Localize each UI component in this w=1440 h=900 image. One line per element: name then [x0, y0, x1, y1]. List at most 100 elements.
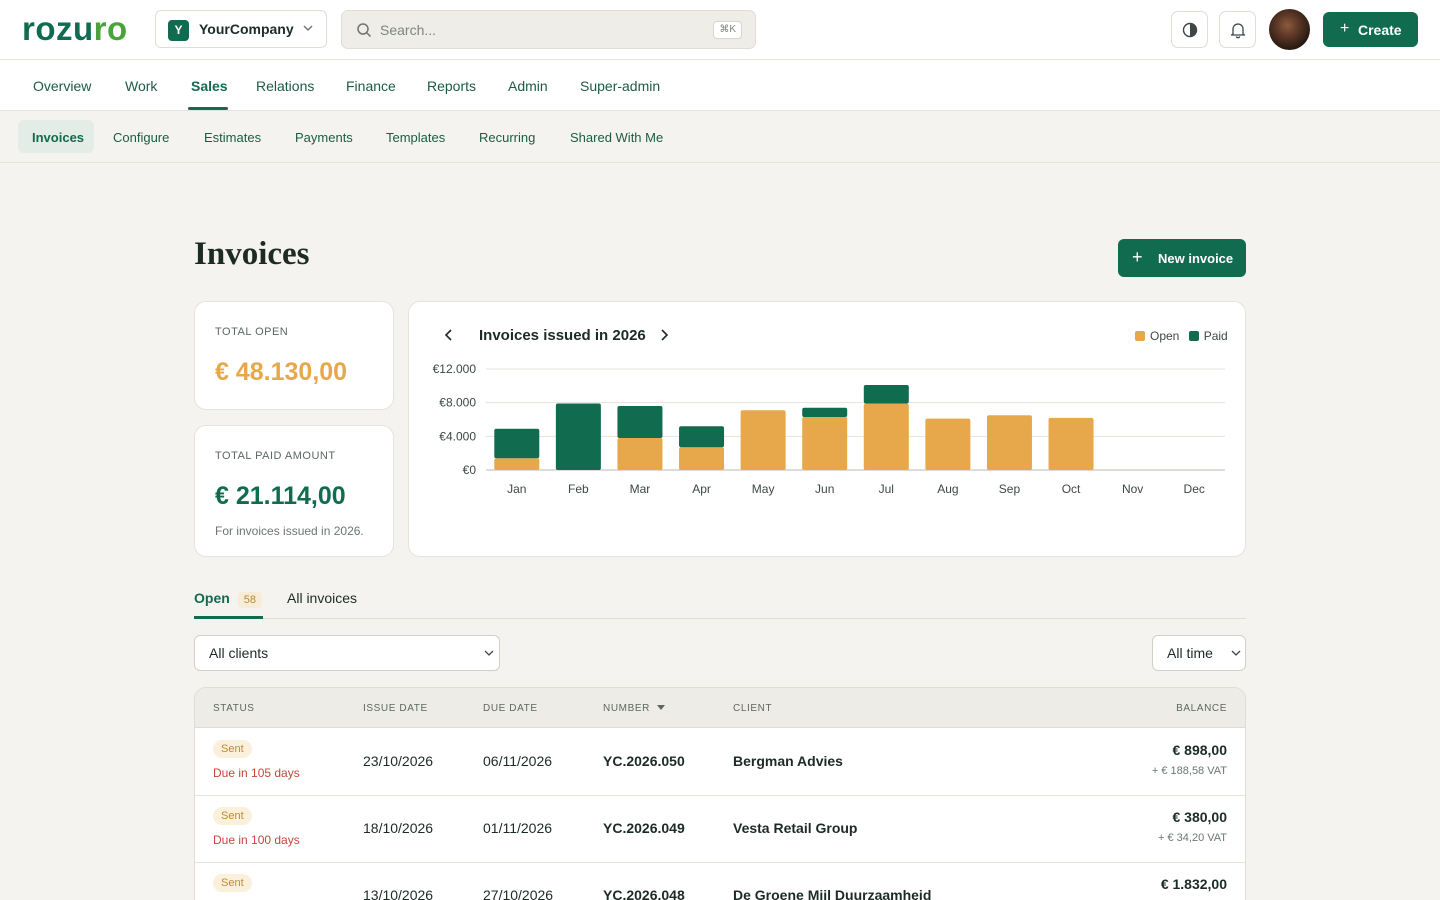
company-name: YourCompany	[199, 21, 294, 37]
nav-super-admin[interactable]: Super-admin	[580, 78, 660, 94]
bar-open-sep	[986, 415, 1032, 470]
col-issue-date[interactable]: ISSUE DATE	[363, 703, 428, 714]
notifications-button[interactable]	[1219, 11, 1256, 48]
tab-open[interactable]: Open 58	[194, 590, 263, 608]
bar-open-oct	[1048, 417, 1094, 470]
bar-paid-jul	[863, 384, 909, 404]
nav-relations[interactable]: Relations	[256, 78, 314, 94]
x-tick-label: Jun	[815, 482, 834, 496]
nav-sales[interactable]: Sales	[191, 78, 228, 94]
create-button[interactable]: + Create	[1323, 12, 1418, 47]
invoice-number[interactable]: YC.2026.048	[603, 887, 685, 900]
bar-open-mar	[617, 438, 663, 470]
top-bar: rozuro Y YourCompany ⌘K + Create	[0, 0, 1440, 60]
bar-open-jan	[494, 458, 540, 470]
x-tick-label: Feb	[568, 482, 589, 496]
search-bar[interactable]: ⌘K	[341, 10, 756, 49]
col-due-date[interactable]: DUE DATE	[483, 703, 538, 714]
tab-active-indicator	[194, 616, 263, 619]
balance-amount: € 1.832,00	[1160, 876, 1227, 892]
due-date: 27/10/2026	[483, 887, 554, 900]
summary-note: For invoices issued in 2026.	[215, 524, 364, 538]
due-date: 01/11/2026	[483, 820, 553, 836]
bar-paid-mar	[617, 406, 663, 439]
company-initial-badge: Y	[168, 20, 189, 41]
due-countdown: Due in 100 days	[213, 833, 300, 847]
table-header: STATUS ISSUE DATE DUE DATE NUMBER CLIENT…	[195, 688, 1245, 728]
subnav-shared-with-me[interactable]: Shared With Me	[570, 130, 663, 145]
sub-nav: Invoices Configure Estimates Payments Te…	[0, 111, 1440, 163]
search-input[interactable]	[380, 19, 700, 41]
invoices-bar-chart: €0 €4.000 €8.000 €12.000 Jan Feb Mar Apr May Jun J…	[433, 362, 1225, 496]
plus-icon: +	[1340, 20, 1350, 37]
nav-reports[interactable]: Reports	[427, 78, 476, 94]
company-switcher[interactable]: Y YourCompany	[155, 10, 327, 48]
nav-work[interactable]: Work	[125, 78, 157, 94]
col-status[interactable]: STATUS	[213, 703, 255, 714]
total-open-value: € 48.130,00	[215, 358, 348, 386]
invoice-tabs: Open 58 All invoices	[194, 585, 1246, 619]
invoice-number[interactable]: YC.2026.049	[603, 820, 685, 836]
new-invoice-button[interactable]: + New invoice	[1118, 239, 1246, 277]
y-tick-label: €4.000	[439, 429, 476, 443]
status-badge: Sent	[213, 807, 252, 825]
bar-paid-feb	[555, 403, 601, 470]
vat-amount: + € 188,58 VAT	[1151, 765, 1227, 777]
tab-all-invoices[interactable]: All invoices	[287, 590, 357, 606]
bar-open-jul	[863, 403, 909, 470]
col-client[interactable]: CLIENT	[733, 703, 772, 714]
col-number[interactable]: NUMBER	[603, 703, 650, 714]
bar-paid-jun	[802, 407, 848, 417]
nav-overview[interactable]: Overview	[33, 78, 91, 94]
period-filter-select[interactable]: All time	[1152, 635, 1246, 671]
total-open-label: TOTAL OPEN	[215, 326, 289, 338]
invoice-number[interactable]: YC.2026.050	[603, 753, 685, 769]
nav-admin[interactable]: Admin	[508, 78, 548, 94]
subnav-invoices[interactable]: Invoices	[32, 130, 84, 145]
balance-amount: € 898,00	[1172, 742, 1228, 758]
status-badge: Sent	[213, 740, 252, 758]
nav-finance[interactable]: Finance	[346, 78, 396, 94]
subnav-configure[interactable]: Configure	[113, 130, 169, 145]
issue-date: 23/10/2026	[363, 753, 434, 769]
total-open-card: TOTAL OPEN € 48.130,00	[194, 301, 394, 410]
x-tick-label: May	[752, 482, 775, 496]
search-shortcut-hint: ⌘K	[713, 21, 742, 39]
client-name[interactable]: Vesta Retail Group	[733, 820, 857, 836]
total-paid-label: TOTAL PAID AMOUNT	[215, 450, 336, 462]
y-tick-label: €12.000	[433, 362, 477, 376]
status-badge: Sent	[213, 874, 252, 892]
bar-paid-apr	[679, 426, 725, 448]
x-tick-label: Dec	[1184, 482, 1205, 496]
subnav-recurring[interactable]: Recurring	[479, 130, 535, 145]
client-name[interactable]: Bergman Advies	[733, 753, 843, 769]
subnav-templates[interactable]: Templates	[386, 130, 445, 145]
contrast-icon	[1182, 22, 1198, 38]
table-row[interactable]: Sent 13/10/2026 27/10/2026 YC.2026.048 D…	[195, 862, 1245, 900]
bell-icon	[1230, 23, 1246, 39]
invoices-table: STATUS ISSUE DATE DUE DATE NUMBER CLIENT…	[194, 687, 1246, 900]
page-title: Invoices	[194, 236, 310, 272]
client-filter-select[interactable]: All clients	[194, 635, 500, 671]
sort-desc-icon[interactable]	[657, 705, 665, 711]
open-count-badge: 58	[237, 592, 263, 608]
col-balance[interactable]: BALANCE	[1176, 703, 1227, 714]
vat-amount: + € 34,20 VAT	[1158, 832, 1227, 844]
client-name[interactable]: De Groene Mijl Duurzaamheid	[733, 887, 931, 900]
x-tick-label: Apr	[692, 482, 711, 496]
subnav-estimates[interactable]: Estimates	[204, 130, 261, 145]
x-tick-label: Jul	[879, 482, 894, 496]
search-icon	[357, 23, 372, 38]
subnav-payments[interactable]: Payments	[295, 130, 353, 145]
x-tick-label: Sep	[999, 482, 1021, 496]
theme-toggle-button[interactable]	[1171, 11, 1208, 48]
user-avatar[interactable]	[1269, 9, 1310, 50]
main-nav: Overview Work Sales Relations Finance Re…	[0, 60, 1440, 111]
table-row[interactable]: Sent Due in 105 days 23/10/2026 06/11/20…	[195, 728, 1245, 796]
invoices-chart-card: Invoices issued in 2026 Open Paid €0 €4.0…	[408, 301, 1246, 557]
due-date: 06/11/2026	[483, 753, 553, 769]
x-tick-label: Nov	[1122, 482, 1143, 496]
rozuro-logo[interactable]: rozuro	[22, 12, 128, 46]
x-tick-label: Mar	[630, 482, 651, 496]
table-row[interactable]: Sent Due in 100 days 18/10/2026 01/11/20…	[195, 795, 1245, 863]
